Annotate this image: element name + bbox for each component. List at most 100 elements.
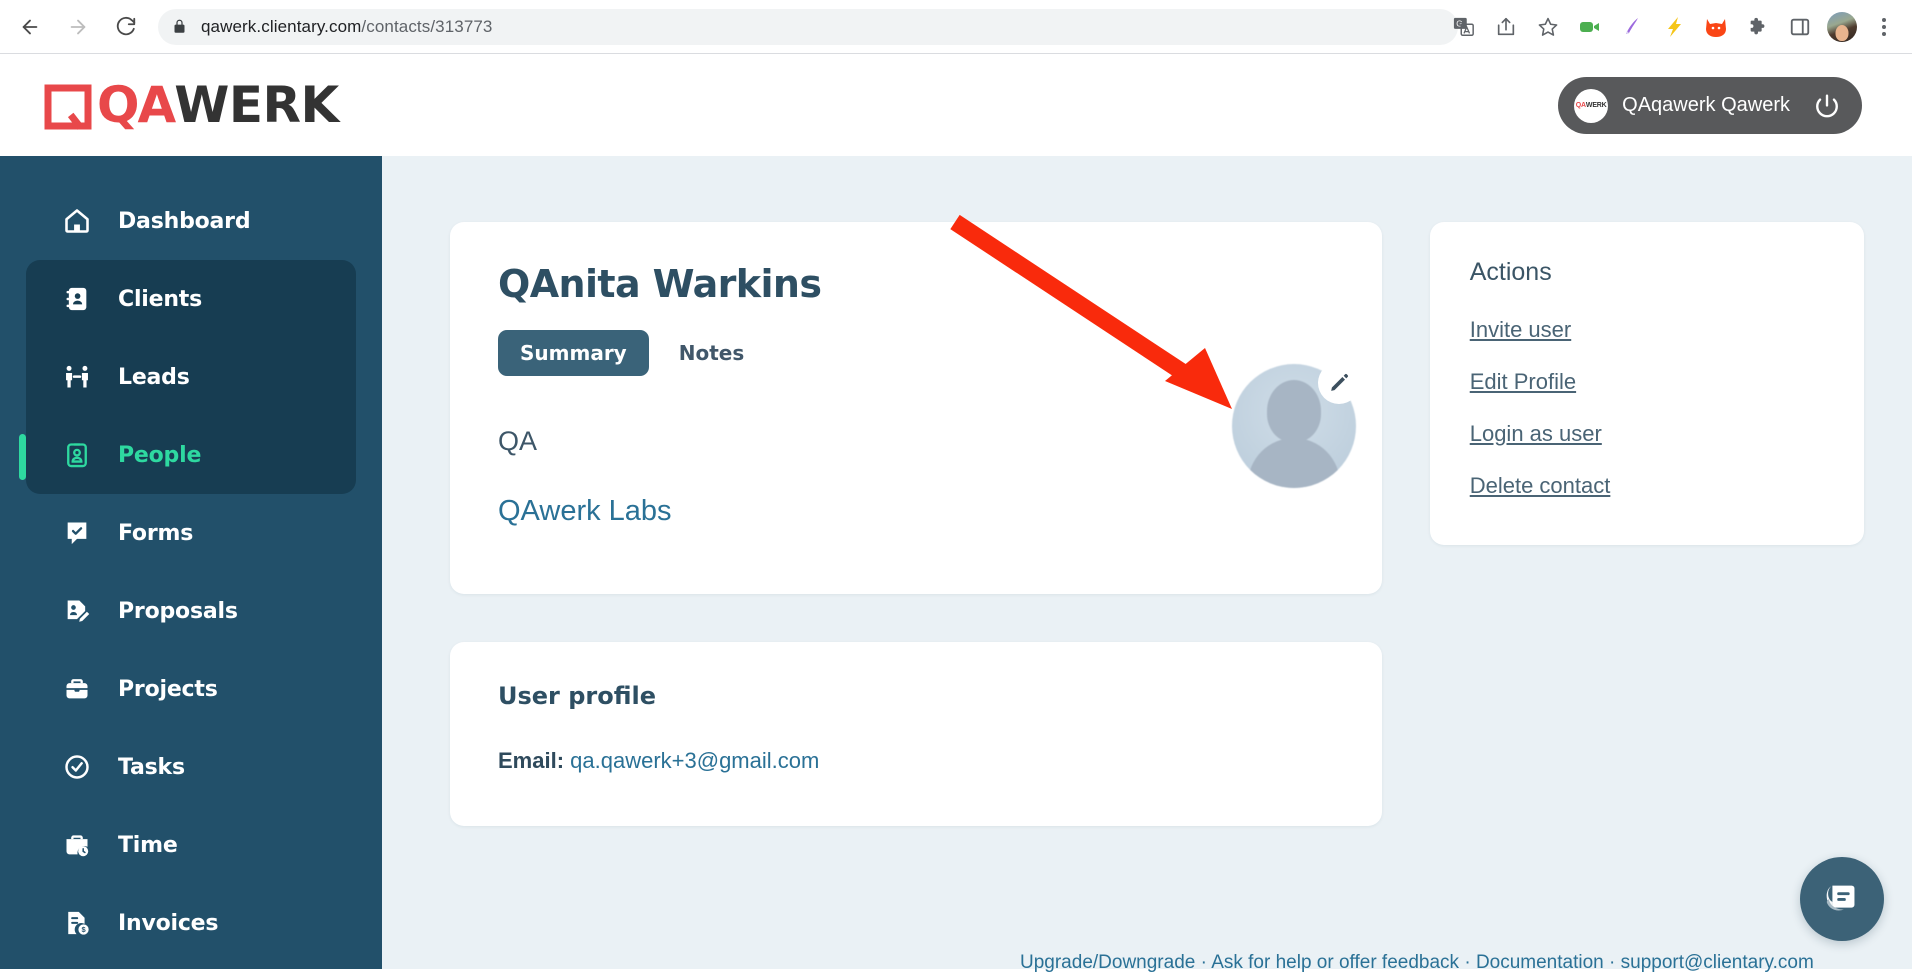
- home-icon: [62, 207, 92, 235]
- sidebar-item-proposals[interactable]: Proposals: [26, 572, 356, 650]
- sidebar-item-label: Leads: [118, 365, 190, 390]
- footer-link-help[interactable]: Ask for help or offer feedback: [1211, 952, 1459, 973]
- actions-heading: Actions: [1470, 258, 1824, 287]
- tab-summary[interactable]: Summary: [498, 330, 649, 376]
- fox-extension-icon[interactable]: [1696, 7, 1736, 47]
- chat-widget-button[interactable]: [1800, 857, 1884, 941]
- sidebar-item-label: Tasks: [118, 755, 185, 780]
- bookmark-star-icon[interactable]: [1528, 7, 1568, 47]
- sidebar-section-top: Dashboard: [26, 182, 356, 260]
- sidebar-section-bottom: Forms Proposals Projects Tasks Time: [26, 494, 356, 962]
- forward-button[interactable]: [56, 5, 100, 49]
- sidebar-group-contacts: Clients Leads People: [26, 260, 356, 494]
- contact-card-icon: [62, 441, 92, 469]
- sidebar-item-projects[interactable]: Projects: [26, 650, 356, 728]
- sidebar-navigation: Dashboard Clients Leads People: [0, 156, 382, 969]
- contact-name-heading: QAnita Warkins: [498, 262, 1334, 306]
- contact-avatar-wrapper: [1232, 364, 1356, 488]
- contact-tabs: Summary Notes: [498, 330, 1334, 376]
- avatar-body-shape: [1248, 438, 1340, 488]
- page-footer: Upgrade/Downgrade · Ask for help or offe…: [1020, 952, 1814, 974]
- sidebar-item-label: People: [118, 443, 201, 468]
- user-profile-card: User profile Email: qa.qawerk+3@gmail.co…: [450, 642, 1382, 826]
- address-book-icon: [62, 285, 92, 313]
- email-value-link[interactable]: qa.qawerk+3@gmail.com: [570, 748, 819, 773]
- url-path: /contacts/313773: [361, 17, 492, 36]
- sidebar-item-label: Projects: [118, 677, 218, 702]
- time-clock-icon: [62, 831, 92, 859]
- lightning-extension-icon[interactable]: [1654, 7, 1694, 47]
- chrome-menu-icon[interactable]: [1864, 7, 1904, 47]
- sidebar-item-invoices[interactable]: $ Invoices: [26, 884, 356, 962]
- sidebar-item-time[interactable]: Time: [26, 806, 356, 884]
- sidebar-item-dashboard[interactable]: Dashboard: [26, 182, 356, 260]
- video-camera-extension-icon[interactable]: [1570, 7, 1610, 47]
- browser-extension-toolbar: G: [1444, 0, 1904, 54]
- navigation-buttons: [0, 5, 148, 49]
- chip-avatar-qa: QA: [1576, 102, 1586, 109]
- user-menu-chip[interactable]: QAWERK QAqawerk Qawerk: [1558, 77, 1862, 134]
- invoice-dollar-icon: $: [62, 909, 92, 937]
- action-invite-user[interactable]: Invite user: [1470, 317, 1824, 343]
- power-icon[interactable]: [1814, 93, 1840, 119]
- sidebar-item-clients[interactable]: Clients: [26, 260, 356, 338]
- main-content: QAnita Warkins Summary Notes QA QAwerk L…: [382, 156, 1912, 969]
- people-handshake-icon: [62, 363, 92, 391]
- qawerk-logo[interactable]: QAWERK: [44, 76, 339, 134]
- form-check-icon: [62, 519, 92, 547]
- sidebar-item-label: Forms: [118, 521, 193, 546]
- briefcase-icon: [62, 675, 92, 703]
- browser-toolbar: qawerk.clientary.com/contacts/313773 G: [0, 0, 1912, 54]
- profile-avatar[interactable]: [1822, 7, 1862, 47]
- share-icon[interactable]: [1486, 7, 1526, 47]
- proposal-edit-icon: [62, 597, 92, 625]
- sidebar-item-people[interactable]: People: [26, 416, 356, 494]
- logo-text-werk: WERK: [174, 76, 339, 134]
- email-label: Email:: [498, 748, 564, 773]
- avatar-head-shape: [1267, 380, 1321, 442]
- url-text: qawerk.clientary.com/contacts/313773: [201, 17, 493, 37]
- side-panel-icon[interactable]: [1780, 7, 1820, 47]
- footer-link-upgrade[interactable]: Upgrade/Downgrade: [1020, 952, 1195, 973]
- footer-link-support-email[interactable]: support@clientary.com: [1621, 952, 1814, 973]
- sidebar-item-tasks[interactable]: Tasks: [26, 728, 356, 806]
- sidebar-item-label: Clients: [118, 287, 202, 312]
- action-delete-contact[interactable]: Delete contact: [1470, 473, 1824, 499]
- chip-avatar-werk: WERK: [1586, 102, 1607, 109]
- url-domain: qawerk.clientary.com: [201, 17, 361, 36]
- action-edit-profile[interactable]: Edit Profile: [1470, 369, 1824, 395]
- footer-sep-1: ·: [1195, 952, 1211, 973]
- lock-icon: [172, 19, 187, 34]
- reload-button[interactable]: [104, 5, 148, 49]
- tab-notes[interactable]: Notes: [657, 330, 767, 376]
- active-indicator-bar: [19, 434, 26, 480]
- user-profile-heading: User profile: [498, 682, 1334, 710]
- pencil-edit-icon[interactable]: [1318, 362, 1360, 404]
- left-column: QAnita Warkins Summary Notes QA QAwerk L…: [450, 222, 1382, 826]
- contact-job-title: QA: [498, 426, 1334, 457]
- sidebar-item-label: Dashboard: [118, 209, 250, 234]
- sidebar-item-forms[interactable]: Forms: [26, 494, 356, 572]
- right-column: Actions Invite user Edit Profile Login a…: [1430, 222, 1864, 545]
- footer-sep-2: ·: [1459, 952, 1476, 973]
- chat-bubble-icon: [1819, 876, 1865, 922]
- check-circle-icon: [62, 753, 92, 781]
- user-name-label: QAqawerk Qawerk: [1622, 94, 1790, 117]
- contact-summary-card: QAnita Warkins Summary Notes QA QAwerk L…: [450, 222, 1382, 594]
- address-bar[interactable]: qawerk.clientary.com/contacts/313773: [158, 9, 1458, 45]
- user-chip-avatar: QAWERK: [1574, 89, 1608, 123]
- sidebar-item-leads[interactable]: Leads: [26, 338, 356, 416]
- footer-sep-3: ·: [1604, 952, 1621, 973]
- pen-extension-icon[interactable]: [1612, 7, 1652, 47]
- email-row: Email: qa.qawerk+3@gmail.com: [498, 748, 1334, 774]
- logo-text-a: QA: [51, 76, 174, 134]
- footer-link-documentation[interactable]: Documentation: [1476, 952, 1604, 973]
- translate-icon[interactable]: G: [1444, 7, 1484, 47]
- back-button[interactable]: [8, 5, 52, 49]
- puzzle-extensions-icon[interactable]: [1738, 7, 1778, 47]
- sidebar-item-label: Proposals: [118, 599, 238, 624]
- action-login-as-user[interactable]: Login as user: [1470, 421, 1824, 447]
- actions-card: Actions Invite user Edit Profile Login a…: [1430, 222, 1864, 545]
- contact-organization-link[interactable]: QAwerk Labs: [498, 495, 1334, 528]
- sidebar-item-label: Invoices: [118, 911, 218, 936]
